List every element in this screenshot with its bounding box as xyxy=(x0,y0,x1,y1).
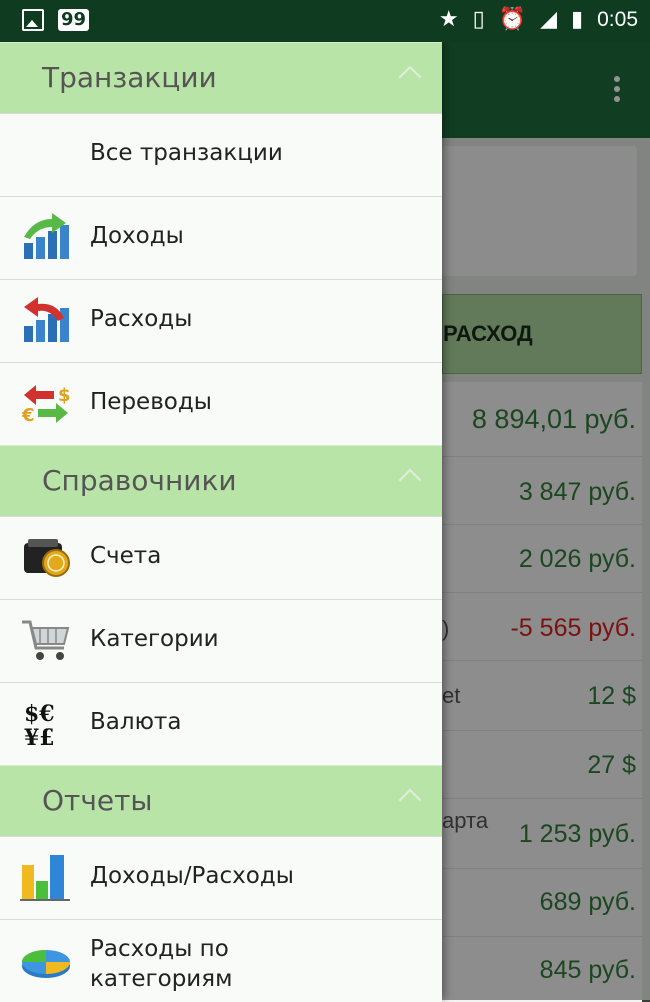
income-chart-icon xyxy=(24,213,69,259)
svg-text:€: € xyxy=(21,405,35,426)
wallet-icon xyxy=(24,539,70,577)
drawer-item-expenses[interactable]: Расходы xyxy=(0,279,442,362)
section-title: Отчеты xyxy=(42,784,153,817)
section-header-directories[interactable]: Справочники xyxy=(0,445,442,516)
drawer-item-label: Валюта xyxy=(90,709,182,735)
status-bar: 99 ★ ▯ ⏰ ◢ ▮ 0:05 xyxy=(0,0,650,42)
section-title: Справочники xyxy=(42,464,237,497)
drawer-item-label: Доходы/Расходы xyxy=(90,863,294,889)
section-header-transactions[interactable]: Транзакции xyxy=(0,42,442,113)
vibrate-icon: ▯ xyxy=(472,7,485,32)
currency-symbols-icon: $€ ¥£ xyxy=(24,701,55,749)
drawer-item-all-transactions[interactable]: Все транзакции xyxy=(0,113,442,196)
section-header-reports[interactable]: Отчеты xyxy=(0,765,442,836)
svg-text:$: $ xyxy=(58,385,71,406)
bar-chart-icon xyxy=(20,855,70,901)
section-title: Транзакции xyxy=(42,61,217,94)
drawer-item-income-expenses[interactable]: Доходы/Расходы xyxy=(0,836,442,919)
drawer-item-accounts[interactable]: Счета xyxy=(0,516,442,599)
drawer-item-expenses-by-category[interactable]: Расходы по категориям xyxy=(0,919,442,1002)
chevron-up-icon xyxy=(398,788,422,812)
chevron-up-icon xyxy=(398,65,422,89)
notification-badge: 99 xyxy=(58,9,90,31)
drawer-item-label: Счета xyxy=(90,543,162,569)
drawer-item-categories[interactable]: Категории xyxy=(0,599,442,682)
battery-icon: ▮ xyxy=(571,7,584,32)
drawer-item-label: Расходы по категориям xyxy=(90,936,233,992)
drawer-item-label: Все транзакции xyxy=(90,140,283,166)
drawer-item-currency[interactable]: $€ ¥£ Валюта xyxy=(0,682,442,765)
navigation-drawer: Транзакции Все транзакции Доходы Расходы… xyxy=(0,42,442,1002)
drawer-item-label: Расходы xyxy=(90,306,193,332)
alarm-icon: ⏰ xyxy=(498,7,527,32)
drawer-item-label: Переводы xyxy=(90,389,212,415)
star-icon: ★ xyxy=(438,7,459,32)
drawer-item-income[interactable]: Доходы xyxy=(0,196,442,279)
signal-icon: ◢ xyxy=(540,7,558,32)
clock: 0:05 xyxy=(597,8,638,31)
image-notification-icon xyxy=(22,9,44,31)
drawer-item-transfers[interactable]: $ € Переводы xyxy=(0,362,442,445)
shopping-cart-icon xyxy=(22,620,70,660)
svg-text:¥£: ¥£ xyxy=(24,725,55,749)
transfer-arrows-icon: $ € xyxy=(21,385,71,426)
drawer-item-label: Категории xyxy=(90,626,219,652)
svg-text:$€: $€ xyxy=(24,701,55,727)
drawer-item-label: Доходы xyxy=(90,223,184,249)
expense-chart-icon xyxy=(24,297,69,342)
chevron-up-icon xyxy=(398,468,422,492)
pie-chart-icon xyxy=(22,950,70,978)
